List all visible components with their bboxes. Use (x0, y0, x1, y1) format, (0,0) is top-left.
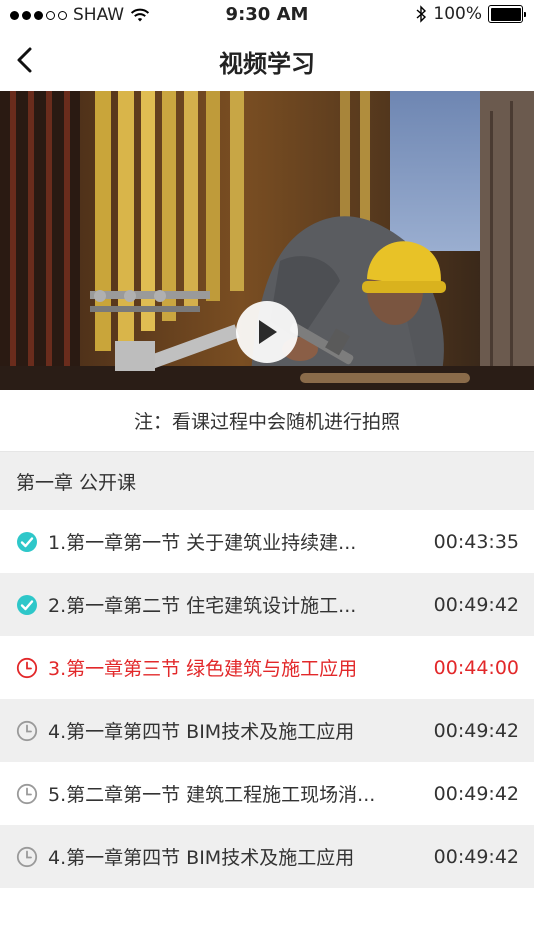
lesson-title: 4.第一章第四节 BIM技术及施工应用 (48, 721, 355, 743)
battery-icon (488, 5, 526, 23)
lesson-row[interactable]: 3.第一章第三节 绿色建筑与施工应用 00:44:00 (0, 636, 534, 699)
battery-percentage: 100% (433, 4, 482, 24)
lesson-duration: 00:49:42 (433, 719, 519, 742)
lesson-row[interactable]: 5.第二章第一节 建筑工程施工现场消... 00:49:42 (0, 762, 534, 825)
status-right: 100% (415, 4, 526, 24)
lesson-title: 5.第二章第一节 建筑工程施工现场消... (48, 784, 376, 806)
lesson-title: 2.第一章第二节 住宅建筑设计施工... (48, 595, 357, 617)
lesson-title: 3.第一章第三节 绿色建筑与施工应用 (48, 658, 358, 680)
chapter-header: 第一章 公开课 (0, 452, 534, 510)
clock-icon (16, 846, 38, 868)
status-bar: SHAW 9:30 AM 100% (0, 0, 534, 30)
lesson-duration: 00:44:00 (433, 656, 519, 679)
lesson-row[interactable]: 2.第一章第二节 住宅建筑设计施工... 00:49:42 (0, 573, 534, 636)
page-title: 视频学习 (219, 50, 315, 78)
lesson-duration: 00:49:42 (433, 782, 519, 805)
lesson-duration: 00:49:42 (433, 845, 519, 868)
check-circle-icon (16, 594, 38, 616)
bluetooth-icon (416, 5, 427, 23)
play-icon (259, 320, 277, 344)
lesson-row[interactable]: 4.第一章第四节 BIM技术及施工应用 00:49:42 (0, 699, 534, 762)
clock-icon (16, 657, 38, 679)
check-circle-icon (16, 531, 38, 553)
lesson-row[interactable]: 1.第一章第一节 关于建筑业持续建... 00:43:35 (0, 510, 534, 573)
lesson-title: 1.第一章第一节 关于建筑业持续建... (48, 532, 357, 554)
lesson-list: 1.第一章第一节 关于建筑业持续建... 00:43:35 2.第一章第二节 住宅建… (0, 510, 534, 888)
lesson-duration: 00:43:35 (433, 530, 519, 553)
play-button[interactable] (236, 301, 298, 363)
video-player[interactable] (0, 91, 534, 390)
lesson-duration: 00:49:42 (433, 593, 519, 616)
navigation-bar: 视频学习 (0, 30, 534, 91)
lesson-title: 4.第一章第四节 BIM技术及施工应用 (48, 847, 355, 869)
clock-icon (16, 720, 38, 742)
clock-icon (16, 783, 38, 805)
lesson-row[interactable]: 4.第一章第四节 BIM技术及施工应用 00:49:42 (0, 825, 534, 888)
photo-notice: 注：看课过程中会随机进行拍照 (0, 390, 534, 452)
